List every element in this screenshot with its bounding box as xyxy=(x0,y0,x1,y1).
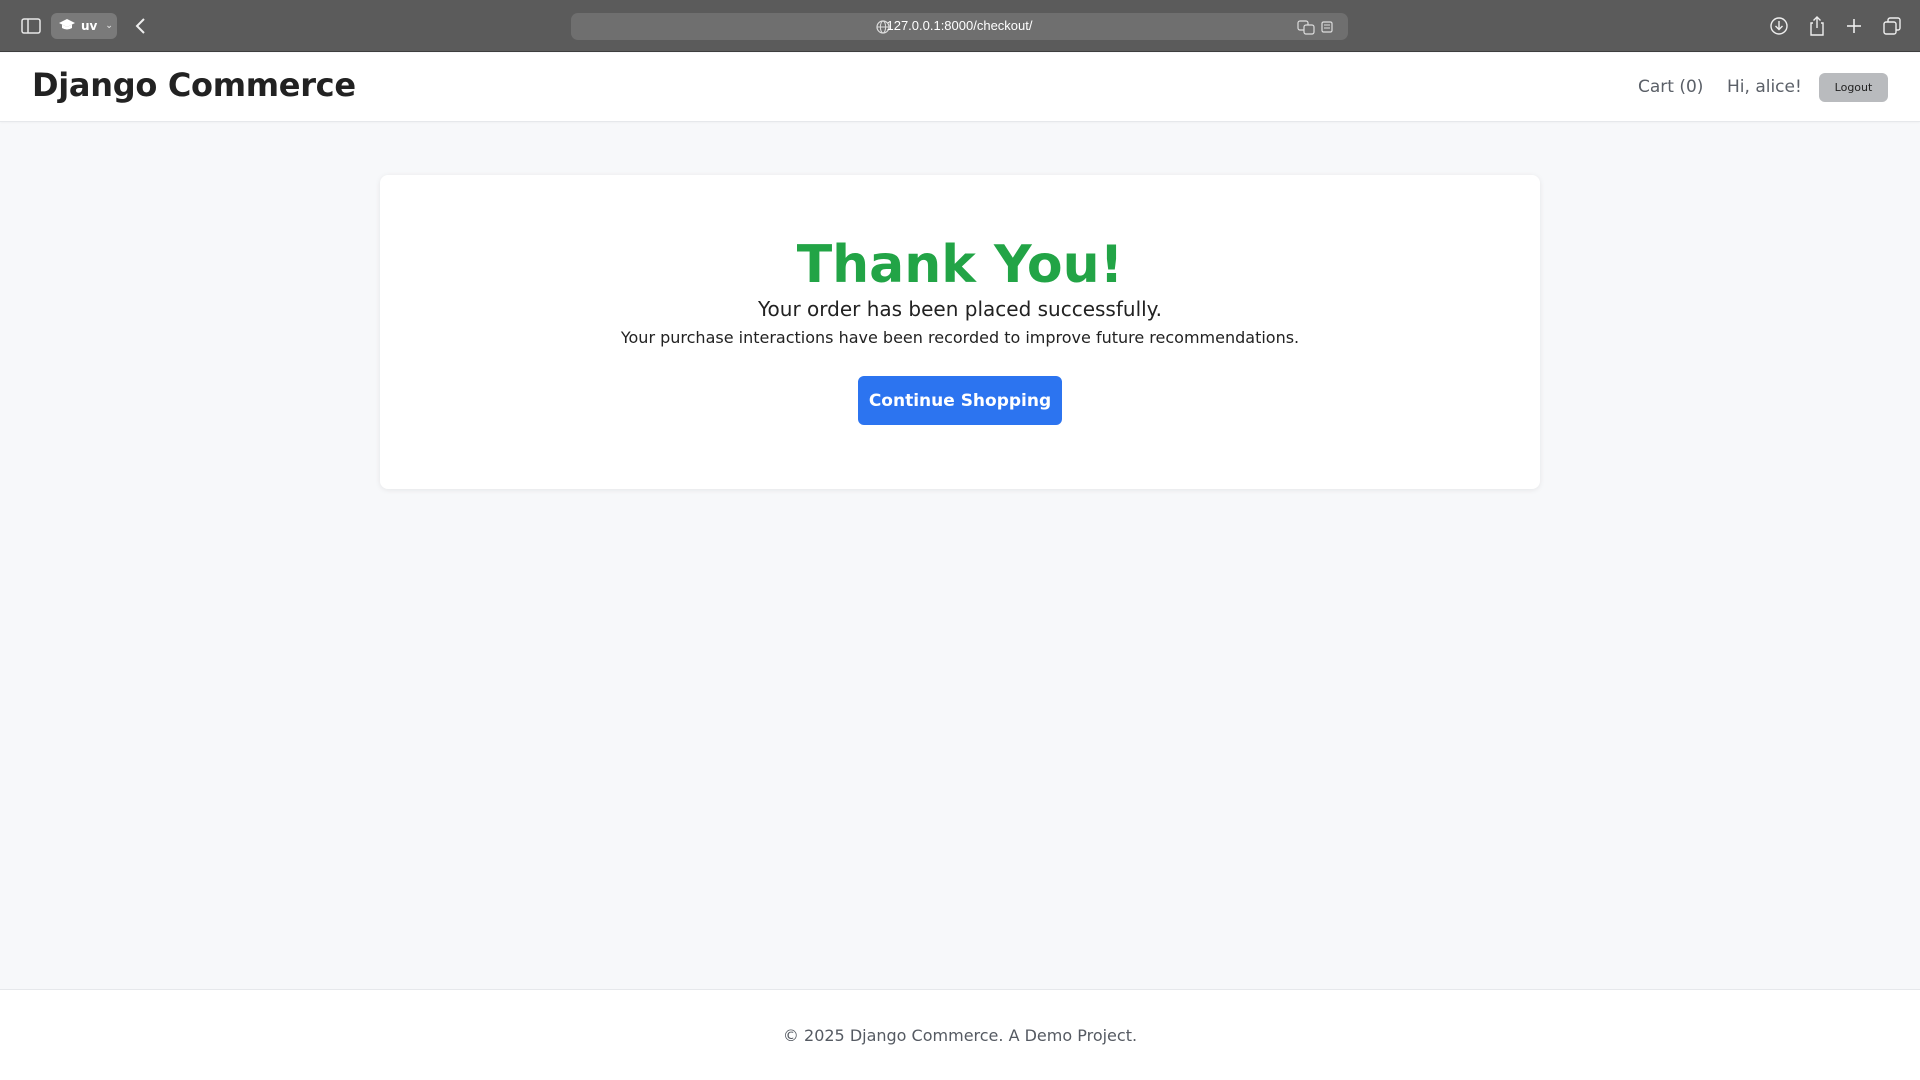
graduation-cap-icon xyxy=(59,18,75,34)
address-bar[interactable]: 127.0.0.1:8000/checkout/ xyxy=(571,13,1348,40)
user-greeting: Hi, alice! xyxy=(1727,77,1802,97)
site-footer: © 2025 Django Commerce. A Demo Project. xyxy=(0,989,1920,1080)
browser-toolbar: uv ⌄ 127.0.0.1:8000/checkout/ xyxy=(0,0,1920,52)
back-icon[interactable] xyxy=(128,14,152,38)
download-icon[interactable] xyxy=(1767,14,1791,38)
sidebar-icon[interactable] xyxy=(19,14,43,38)
translate-icon[interactable] xyxy=(1297,19,1315,35)
logout-button[interactable]: Logout xyxy=(1819,73,1888,102)
tabs-overview-icon[interactable] xyxy=(1880,14,1904,38)
reader-icon[interactable] xyxy=(1320,19,1338,35)
share-icon[interactable] xyxy=(1805,14,1829,38)
brand-logo[interactable]: Django Commerce xyxy=(32,66,356,104)
continue-shopping-button[interactable]: Continue Shopping xyxy=(858,376,1062,425)
profile-switcher[interactable]: uv ⌄ xyxy=(51,13,117,39)
site-header: Django Commerce Cart (0) Hi, alice! Logo… xyxy=(0,53,1920,122)
order-success-message: Your order has been placed successfully. xyxy=(757,297,1163,321)
thank-you-heading: Thank You! xyxy=(796,235,1124,295)
profile-label: uv xyxy=(81,19,98,33)
footer-copyright: © 2025 Django Commerce. A Demo Project. xyxy=(782,1026,1138,1045)
recommendation-note: Your purchase interactions have been rec… xyxy=(620,328,1300,347)
chevron-down-icon: ⌄ xyxy=(105,21,113,31)
url-text: 127.0.0.1:8000/checkout/ xyxy=(886,18,1033,33)
order-confirmation-card: Thank You! Your order has been placed su… xyxy=(380,175,1540,489)
new-tab-icon[interactable] xyxy=(1842,14,1866,38)
cart-link[interactable]: Cart (0) xyxy=(1638,77,1703,97)
